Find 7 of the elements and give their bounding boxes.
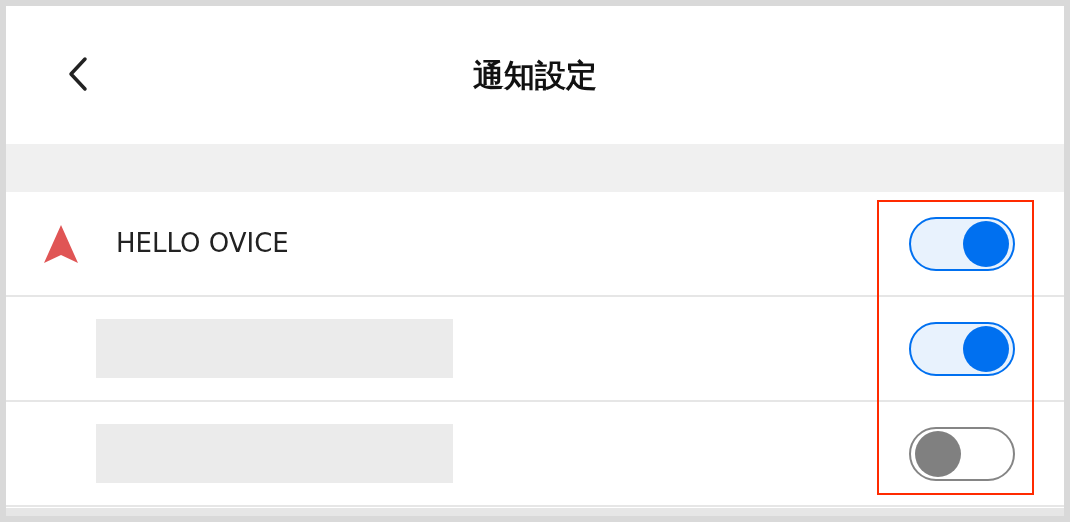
- toggle-switch[interactable]: [909, 216, 1015, 271]
- app-name: HELLO OVICE: [116, 227, 289, 260]
- screen-title: 通知設定: [473, 55, 597, 95]
- toggle-switch[interactable]: [909, 321, 1015, 376]
- back-icon: [67, 56, 89, 92]
- arrow-logo-icon: [44, 224, 78, 263]
- toggle-switch[interactable]: [909, 426, 1015, 481]
